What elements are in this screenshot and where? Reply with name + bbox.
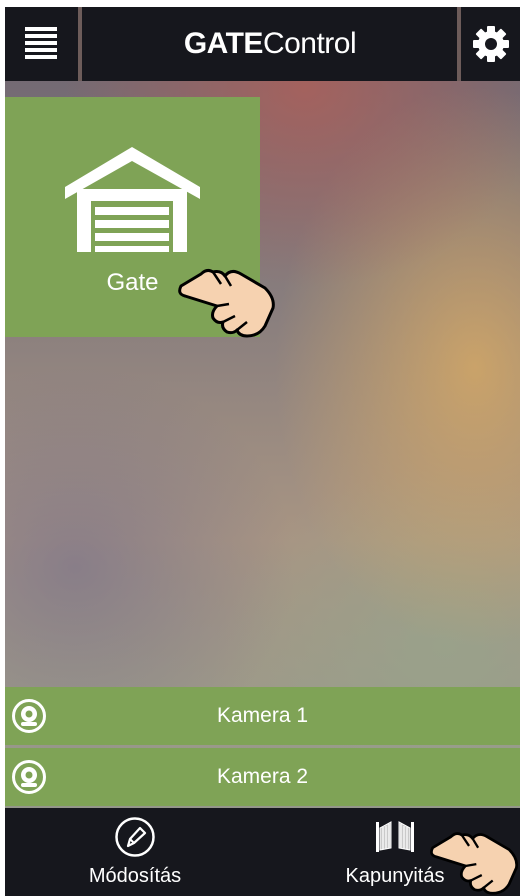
tab-modositas[interactable]: Módosítás — [45, 808, 225, 896]
hamburger-menu-icon — [25, 27, 57, 59]
app-screen: GATE Control Gate Kamera 1 Kamera 2 Módo… — [5, 7, 520, 896]
menu-button[interactable] — [5, 7, 77, 81]
gear-icon — [472, 26, 509, 62]
tab-label: Módosítás — [88, 865, 182, 887]
camera-label: Kamera 1 — [216, 704, 309, 727]
garage-icon — [65, 147, 200, 252]
pencil-icon — [115, 817, 155, 857]
app-title: GATE Control — [83, 7, 457, 81]
header-divider — [78, 7, 82, 81]
pointing-hand-icon — [178, 268, 275, 338]
title-bold-part: GATE — [183, 27, 264, 60]
camera-row-2[interactable]: Kamera 2 — [5, 748, 520, 806]
settings-button[interactable] — [461, 7, 520, 81]
gate-open-icon — [376, 821, 414, 852]
top-bar: GATE Control — [5, 7, 520, 81]
pointing-hand-icon — [430, 832, 519, 895]
title-light-part: Control — [262, 27, 357, 60]
camera-row-1[interactable]: Kamera 1 — [5, 687, 520, 745]
camera-label: Kamera 2 — [216, 765, 309, 788]
